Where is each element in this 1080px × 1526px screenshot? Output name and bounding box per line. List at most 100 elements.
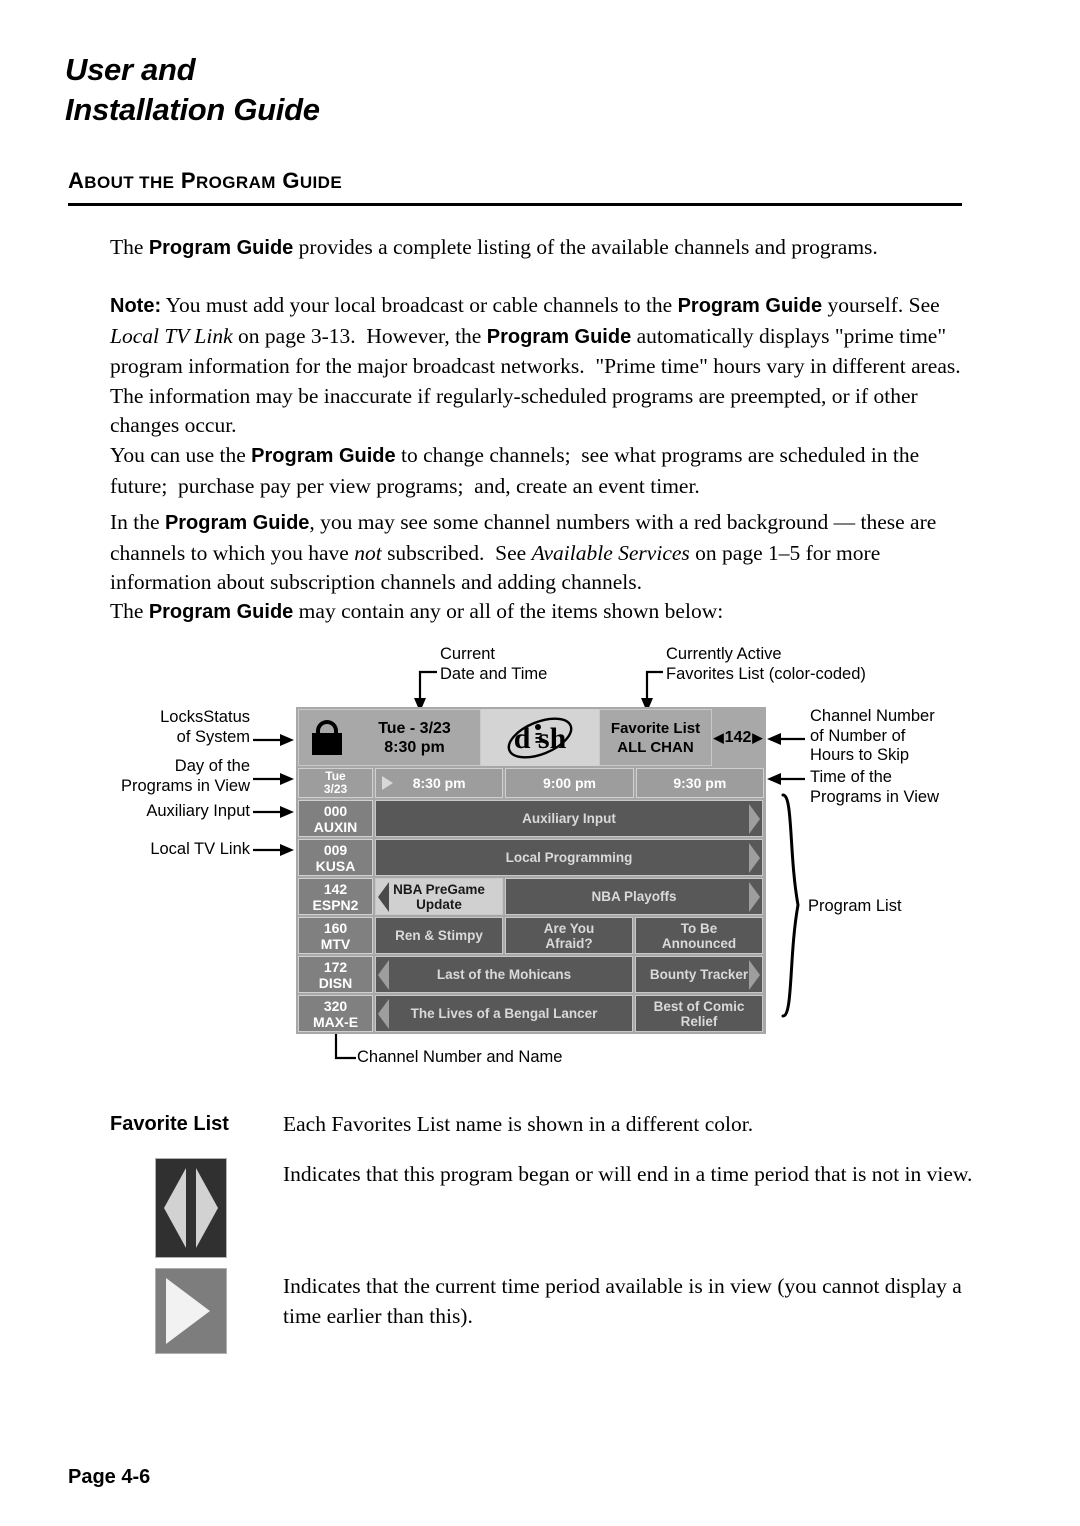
guide-time-col-0[interactable]: 8:30 pm — [375, 768, 504, 798]
guide-day-cell: Tue 3/23 — [298, 768, 373, 798]
channel-number-name-cell[interactable]: 160 MTV — [298, 917, 373, 954]
guide-row: 142 ESPN2 NBA PreGame Update NBA Playoffs — [298, 878, 764, 915]
guide-skip-value: 142 — [724, 728, 752, 746]
channel-number-name-cell[interactable]: 000 AUXIN — [298, 800, 373, 837]
guide-row: 320 MAX-E The Lives of a Bengal Lancer Best… — [298, 995, 764, 1032]
callout-time-of-programs: Time of the Programs in View — [810, 768, 939, 806]
guide-header: Tue - 3/23 8:30 pm d sh Favorite List AL… — [298, 709, 764, 766]
program-guide-mockup: Tue - 3/23 8:30 pm d sh Favorite List AL… — [296, 707, 766, 1034]
intro-bold: Program Guide — [148, 237, 294, 259]
program-title: Auxiliary Input — [522, 811, 616, 826]
program-cell[interactable]: Auxiliary Input — [375, 800, 763, 837]
channel-number: 160 — [323, 919, 348, 936]
dish-logo: d sh — [481, 709, 599, 766]
callout-day-of-programs: Day of the Programs in View — [121, 757, 250, 795]
favorite-list-description: Each Favorites List name is shown in a d… — [283, 1112, 754, 1136]
channel-number-name-cell[interactable]: 320 MAX-E — [298, 995, 373, 1032]
callout-channel-number-name: Channel Number and Name — [357, 1048, 563, 1066]
channel-number: 172 — [323, 958, 348, 975]
channel-name: MTV — [320, 935, 351, 952]
page-footer: Page 4-6 — [68, 1466, 151, 1488]
program-title: Last of the Mohicans — [436, 967, 572, 982]
paragraph-note: Note: You must add your local broadcast … — [110, 293, 967, 437]
guide-favorite-value: ALL CHAN — [617, 738, 694, 756]
program-cells: Last of the Mohicans Bounty Tracker — [375, 956, 764, 993]
program-cell[interactable]: Last of the Mohicans — [375, 956, 633, 993]
paragraph-usage: You can use the Program Guide to change … — [110, 443, 920, 498]
channel-name: MAX-E — [312, 1013, 359, 1030]
earliest-time-triangle — [166, 1278, 210, 1344]
program-title: The Lives of a Bengal Lancer — [410, 1006, 598, 1021]
guide-favorite-list[interactable]: Favorite List ALL CHAN — [599, 709, 712, 766]
channel-number: 009 — [323, 841, 348, 858]
program-cell[interactable]: To Be Announced — [635, 917, 763, 954]
callout-program-list: Program List — [808, 897, 902, 915]
callout-local-tv-link: Local TV Link — [150, 840, 250, 858]
intro-post: provides a complete listing of the avail… — [293, 235, 878, 259]
paragraph-intro: The Program Guide provides a complete li… — [110, 233, 972, 264]
channel-number-name-cell[interactable]: 142 ESPN2 — [298, 878, 373, 915]
program-cell[interactable]: Are You Afraid? — [505, 917, 633, 954]
guide-time-col-2-label: 9:30 pm — [673, 775, 727, 791]
left-cap-triangle — [164, 1168, 186, 1248]
program-title: Bounty Tracker — [649, 967, 749, 982]
program-cells: Local Programming — [375, 839, 764, 876]
program-cell-selected[interactable]: NBA PreGame Update — [375, 878, 503, 915]
guide-row: 000 AUXIN Auxiliary Input — [298, 800, 764, 837]
earliest-time-in-view-icon — [155, 1268, 227, 1354]
program-right-cap-icon — [749, 842, 760, 873]
program-title: Best of Comic Relief — [653, 998, 745, 1029]
guide-time-col-2[interactable]: 9:30 pm — [635, 768, 764, 798]
program-cells: NBA PreGame Update NBA Playoffs — [375, 878, 764, 915]
program-cell[interactable]: Ren & Stimpy — [375, 917, 503, 954]
paragraph-items-below: The Program Guide may contain any or all… — [110, 599, 724, 623]
heading-rule — [68, 203, 962, 206]
program-left-cap-icon — [378, 998, 389, 1029]
program-title: Are You Afraid? — [543, 920, 595, 951]
skip-right-arrow-icon[interactable]: ▶ — [752, 730, 762, 746]
program-cell[interactable]: The Lives of a Bengal Lancer — [375, 995, 633, 1032]
note-label: Note: — [110, 295, 162, 317]
guide-program-rows: 000 AUXIN Auxiliary Input 009 KUSA Local Prog… — [298, 800, 764, 1032]
document-title-line2: Installation Guide — [65, 92, 320, 127]
skip-left-arrow-icon[interactable]: ◀ — [714, 730, 724, 746]
channel-number-name-cell[interactable]: 009 KUSA — [298, 839, 373, 876]
program-title: NBA Playoffs — [591, 889, 677, 904]
guide-row: 160 MTV Ren & Stimpy Are You Afraid? To Be A… — [298, 917, 764, 954]
program-left-cap-icon — [378, 881, 389, 912]
both-ends-out-of-view-description: Indicates that this program began or wil… — [283, 1162, 973, 1186]
callout-channel-number-skip: Channel Number of Number of Hours to Ski… — [810, 707, 935, 764]
guide-lock-datetime: Tue - 3/23 8:30 pm — [298, 709, 481, 766]
earliest-time-in-view-description: Indicates that the current time period a… — [283, 1274, 962, 1328]
program-right-cap-icon — [749, 959, 760, 990]
program-cells: The Lives of a Bengal Lancer Best of Comi… — [375, 995, 764, 1032]
section-heading: ABOUT THE PROGRAM GUIDE — [68, 168, 343, 193]
program-cell[interactable]: Local Programming — [375, 839, 763, 876]
program-cell[interactable]: NBA Playoffs — [505, 878, 763, 915]
program-right-cap-icon — [749, 803, 760, 834]
program-cell[interactable]: Bounty Tracker — [635, 956, 763, 993]
right-cap-triangle — [196, 1168, 218, 1248]
dish-logo-svg: d sh — [507, 716, 573, 759]
guide-time-col-1[interactable]: 9:00 pm — [505, 768, 634, 798]
channel-name: AUXIN — [313, 818, 358, 835]
program-cells: Auxiliary Input — [375, 800, 764, 837]
document-title: User and Installation Guide — [65, 50, 320, 130]
guide-date: Tue - 3/23 — [378, 719, 451, 737]
callout-favorites-active: Currently Active Favorites List (color-c… — [666, 645, 866, 683]
padlock-icon — [305, 709, 349, 766]
callout-auxiliary-input: Auxiliary Input — [146, 802, 250, 820]
channel-name: DISN — [318, 974, 353, 991]
guide-skip-control[interactable]: ◀ 142 ▶ — [712, 709, 764, 766]
guide-row: 172 DISN Last of the Mohicans Bounty Tracke… — [298, 956, 764, 993]
guide-time-col-1-label: 9:00 pm — [543, 775, 596, 791]
paragraph-red-background: In the Program Guide, you may see some c… — [110, 510, 937, 594]
channel-number: 142 — [323, 880, 348, 897]
guide-time-row: Tue 3/23 8:30 pm 9:00 pm 9:30 pm — [298, 768, 764, 798]
guide-favorite-label: Favorite List — [610, 719, 701, 737]
program-cells: Ren & Stimpy Are You Afraid? To Be Announc… — [375, 917, 764, 954]
favorite-list-term: Favorite List — [110, 1113, 229, 1135]
program-cell[interactable]: Best of Comic Relief — [635, 995, 763, 1032]
guide-datetime: Tue - 3/23 8:30 pm — [349, 719, 480, 757]
channel-number-name-cell[interactable]: 172 DISN — [298, 956, 373, 993]
